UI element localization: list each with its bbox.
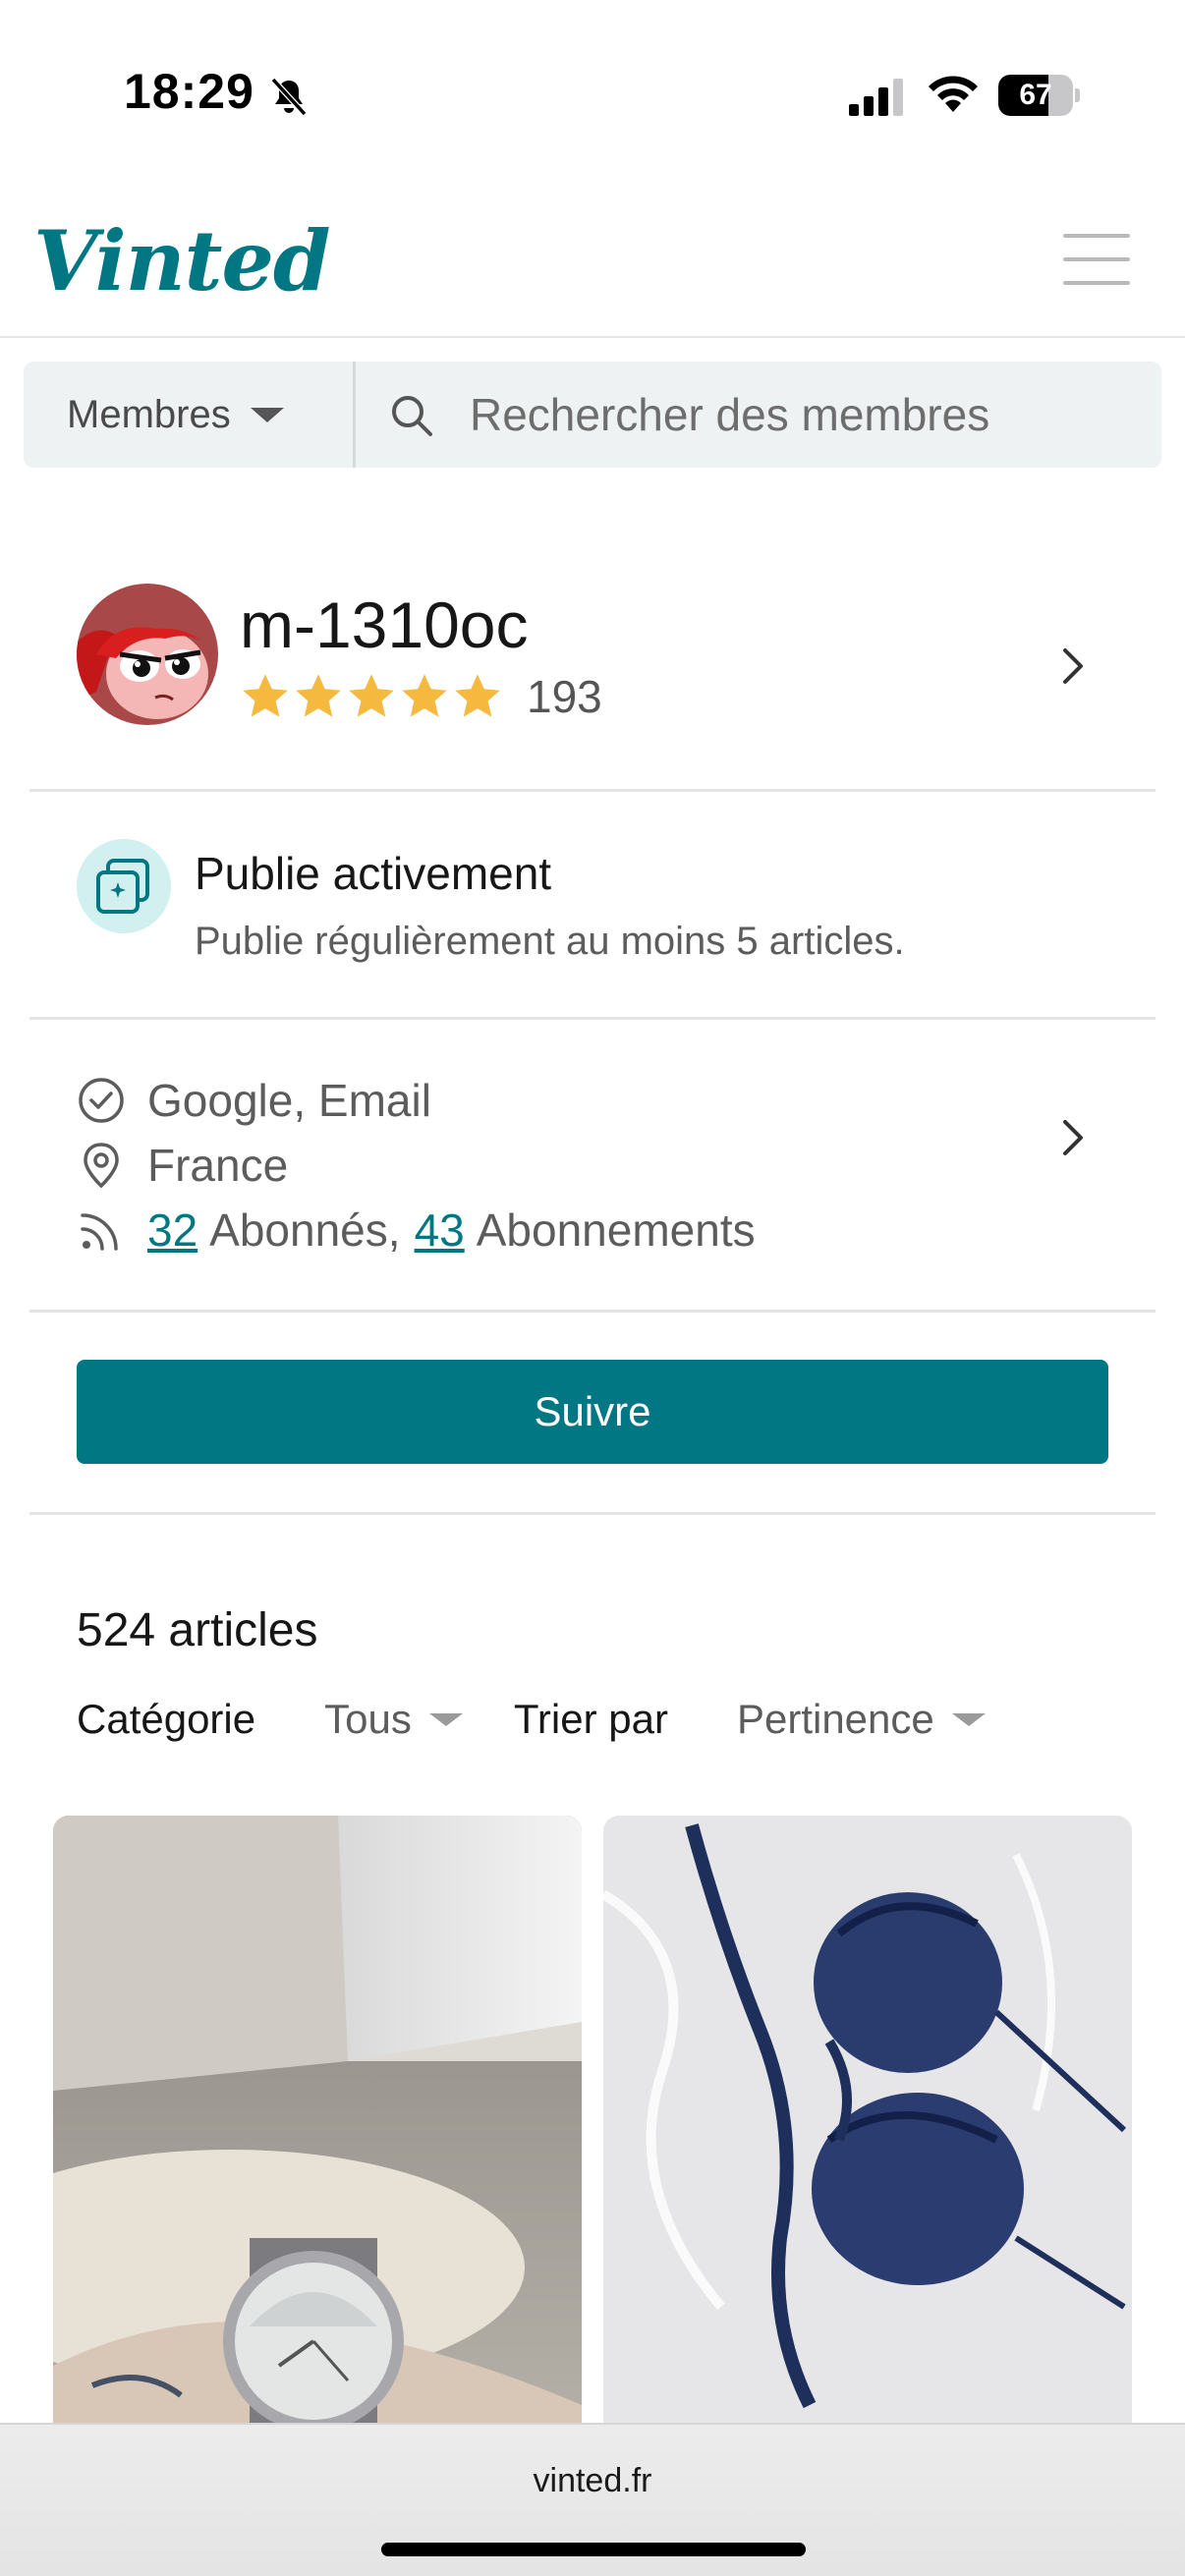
vinted-logo[interactable]: Vinted [33,212,331,309]
badge-description: Publie régulièrement au moins 5 articles… [195,920,905,963]
search-bar: Membres [24,362,1161,468]
article-filters: Catégorie Tous Trier par Pertinence [77,1692,986,1747]
rating: 193 [240,670,602,723]
navy-lace-bra-photo [603,1816,1132,2425]
badge-title: Publie activement [195,848,552,899]
review-count: 193 [527,671,602,722]
bell-muted-icon [270,77,308,117]
location-row: France [77,1138,288,1193]
star-icon [455,674,500,717]
sort-label: Trier par [513,1696,668,1742]
item-card-bra[interactable] [603,1816,1132,2425]
search-input[interactable] [470,381,1138,448]
location-pin-icon [84,1143,119,1189]
star-icon [349,674,394,717]
publish-badge-icon [77,839,171,933]
chevron-right-icon[interactable] [1059,644,1087,688]
follow-section: Suivre [29,1313,1156,1515]
following-count-link[interactable]: 43 [415,1204,465,1257]
search-type-dropdown[interactable]: Membres [24,362,356,468]
search-type-label: Membres [67,392,231,436]
chevron-right-icon[interactable] [1059,1116,1087,1159]
star-icon [402,674,447,717]
star-icon [296,674,341,717]
url-bar[interactable]: vinted.fr [0,2462,1185,2500]
home-indicator [381,2543,806,2556]
browser-bottom-bar: vinted.fr [0,2423,1185,2576]
caret-down-icon [951,1712,986,1726]
caret-down-icon [250,407,284,422]
profile-card[interactable]: m-1310oc 193 [29,560,1156,792]
page: 18:29 67 Vinted Membres Rechercher des m… [0,0,1185,2576]
signal-icon [849,79,903,116]
star-icon [243,674,288,717]
following-label: Abonnements [476,1204,756,1256]
item-card-watch[interactable] [53,1816,582,2425]
site-header: Vinted [0,187,1185,338]
category-value: Tous [324,1696,412,1742]
active-publisher-badge: Publie activement Publie régulièrement a… [29,792,1156,1020]
verification-row: Google, Email [77,1073,431,1128]
battery-level: 67 [1019,79,1052,111]
status-time: 18:29 [124,64,254,119]
followers-label: Abonnés, [209,1204,401,1256]
status-bar: 18:29 67 [0,0,1185,187]
avatar[interactable] [77,584,218,725]
verification-text: Google, Email [147,1075,431,1126]
followers-count-link[interactable]: 32 [147,1204,198,1257]
verified-check-icon [79,1078,124,1123]
category-dropdown[interactable]: Tous [324,1696,463,1743]
location-text: France [147,1140,289,1191]
username: m-1310oc [240,588,529,661]
member-info[interactable]: Google, Email France 32 Abonnés, 43 Abon… [29,1020,1156,1313]
sort-dropdown[interactable]: Pertinence [737,1696,986,1743]
articles-count: 524 articles [77,1604,318,1656]
followers-row: 32 Abonnés, 43 Abonnements [77,1203,756,1258]
sort-value: Pertinence [736,1696,934,1742]
battery-icon: 67 [998,75,1080,116]
follow-button[interactable]: Suivre [77,1360,1108,1464]
search-icon [392,396,432,436]
wifi-icon [929,76,978,112]
wristwatch-photo [53,1816,582,2425]
rss-feed-icon [81,1213,118,1251]
caret-down-icon [428,1712,463,1726]
category-label: Catégorie [77,1696,256,1742]
hamburger-menu-icon[interactable] [1063,234,1130,285]
